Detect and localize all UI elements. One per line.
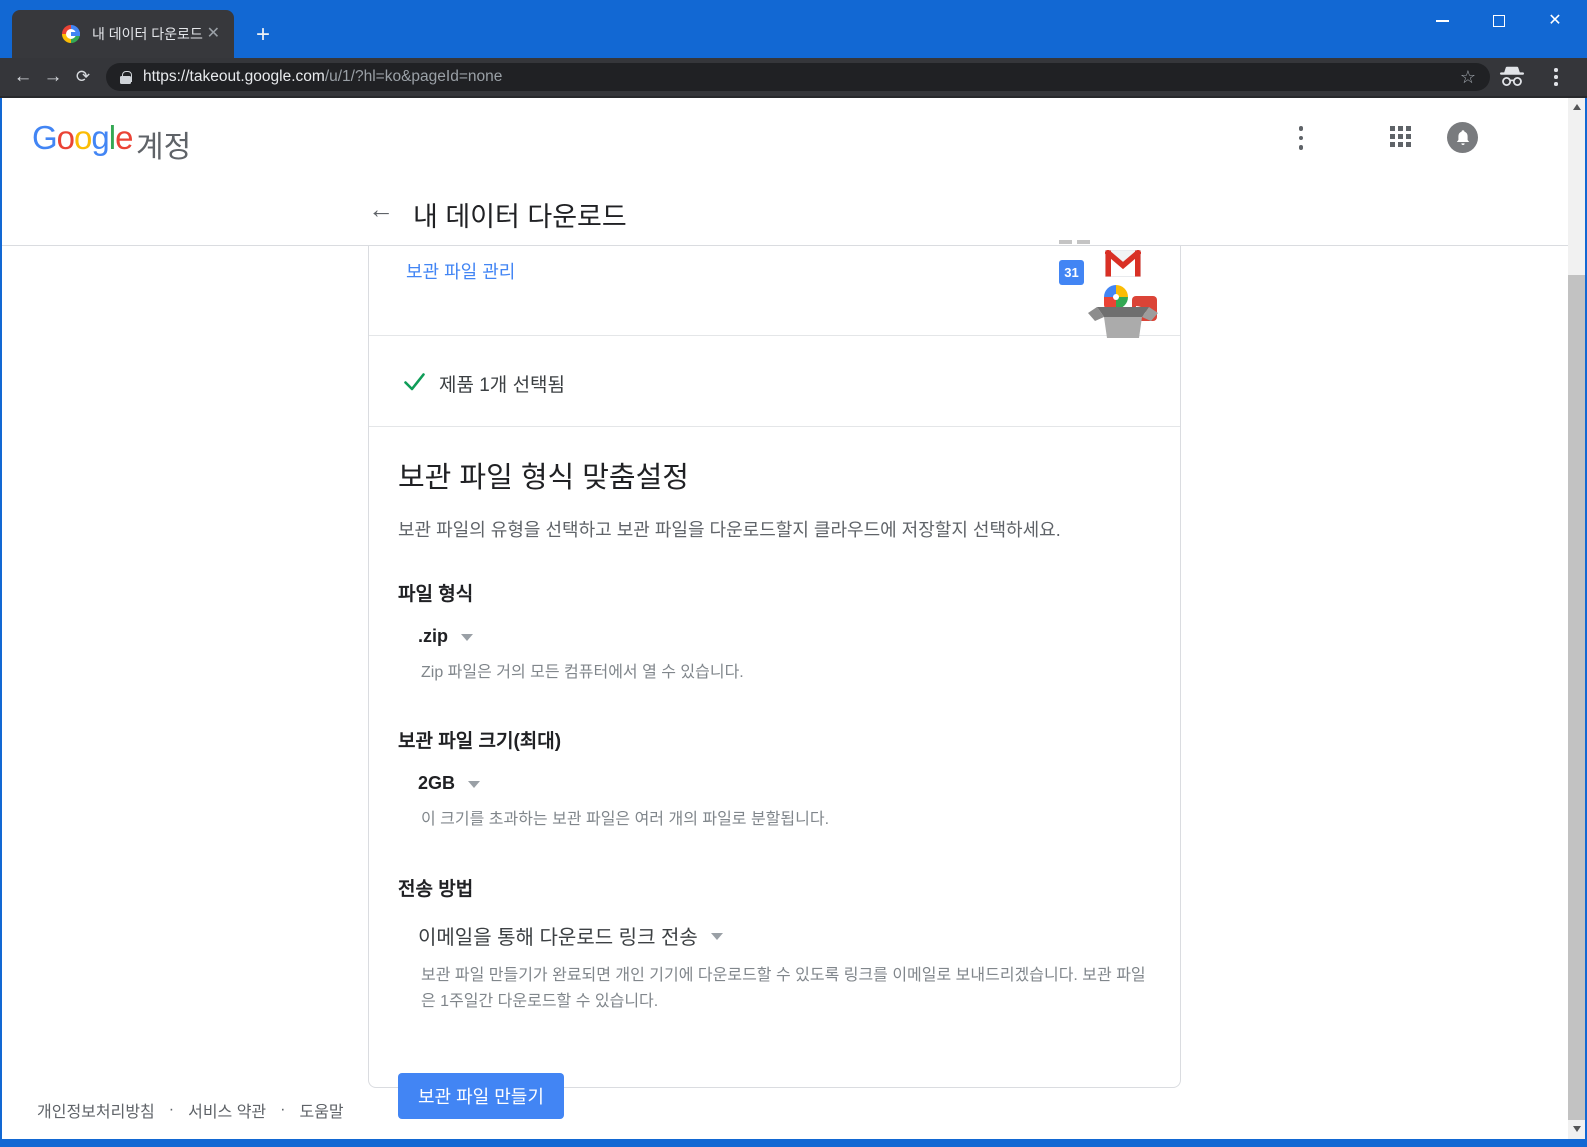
browser-tab[interactable]: 내 데이터 다운로드 ✕ xyxy=(12,10,234,58)
takeout-illustration: 31 xyxy=(1049,246,1169,336)
minimize-button[interactable] xyxy=(1419,0,1465,42)
scrollbar-down-button[interactable] xyxy=(1568,1120,1585,1137)
arrow-left-icon: ← xyxy=(14,66,33,88)
minimize-icon xyxy=(1436,20,1449,22)
file-type-label: 파일 형식 xyxy=(398,579,1150,606)
chevron-down-icon xyxy=(468,781,480,788)
delivery-method-dropdown[interactable]: 이메일을 통해 다운로드 링크 전송 xyxy=(418,921,1150,950)
scrollbar-thumb[interactable] xyxy=(1568,275,1585,1120)
terms-link[interactable]: 서비스 약관 xyxy=(188,1098,266,1122)
kebab-icon xyxy=(1554,68,1558,72)
maximize-button[interactable] xyxy=(1476,0,1522,42)
reload-button[interactable]: ⟳ xyxy=(66,58,100,96)
incognito-icon xyxy=(1498,65,1526,89)
address-bar[interactable]: https://takeout.google.com/u/1/?hl=ko&pa… xyxy=(106,63,1490,91)
customize-description: 보관 파일의 유형을 선택하고 보관 파일을 다운로드할지 클라우드에 저장할지… xyxy=(398,516,1150,542)
customize-section: 보관 파일 형식 맞춤설정 보관 파일의 유형을 선택하고 보관 파일을 다운로… xyxy=(369,427,1180,1119)
close-icon: ✕ xyxy=(1548,13,1561,29)
arrow-right-icon: → xyxy=(44,66,63,88)
plus-icon: + xyxy=(256,21,270,49)
triangle-up-icon xyxy=(1573,104,1581,110)
archive-size-dropdown[interactable]: 2GB xyxy=(418,773,1150,794)
page-subheader: ← 내 데이터 다운로드 xyxy=(2,178,1585,246)
manage-archives-section: 보관 파일 관리 31 xyxy=(369,246,1180,336)
manage-archives-link[interactable]: 보관 파일 관리 xyxy=(406,258,515,284)
close-window-button[interactable]: ✕ xyxy=(1532,0,1578,42)
browser-menu-button[interactable] xyxy=(1546,66,1566,88)
scrollbar-track[interactable] xyxy=(1568,98,1585,1139)
browser-toolbar: ← → ⟳ https://takeout.google.com/u/1/?hl… xyxy=(0,58,1587,96)
forward-button[interactable]: → xyxy=(36,58,70,96)
delivery-method-help: 보관 파일 만들기가 완료되면 개인 기기에 다운로드할 수 있도록 링크를 이… xyxy=(421,963,1150,1016)
google-logo[interactable]: Google xyxy=(32,119,132,157)
cutoff-icon-fragment xyxy=(1077,240,1090,244)
takeout-card: 보관 파일 관리 31 xyxy=(368,246,1181,1088)
kebab-icon xyxy=(1299,126,1304,131)
chevron-down-icon xyxy=(461,634,473,641)
maximize-icon xyxy=(1493,15,1505,27)
create-archive-button[interactable]: 보관 파일 만들기 xyxy=(398,1073,564,1119)
bookmark-star-icon[interactable]: ☆ xyxy=(1456,67,1480,88)
new-tab-button[interactable]: + xyxy=(248,20,278,50)
scrollbar-up-button[interactable] xyxy=(1568,98,1585,115)
browser-titlebar: 내 데이터 다운로드 ✕ + ✕ xyxy=(0,0,1587,58)
file-type-help: Zip 파일은 거의 모든 컴퓨터에서 열 수 있습니다. xyxy=(421,660,1150,686)
account-product-label: 계정 xyxy=(136,122,191,166)
selection-status-section: 제품 1개 선택됨 xyxy=(369,336,1180,427)
file-type-value: .zip xyxy=(418,626,448,647)
grid-icon xyxy=(1390,126,1395,131)
url-domain: https://takeout.google.com xyxy=(143,68,325,85)
calendar-icon: 31 xyxy=(1059,260,1084,285)
archive-size-help: 이 크기를 초과하는 보관 파일은 여러 개의 파일로 분할됩니다. xyxy=(421,807,1150,833)
privacy-policy-link[interactable]: 개인정보처리방침 xyxy=(37,1098,155,1122)
page-overflow-menu-button[interactable] xyxy=(1292,123,1310,153)
reload-icon: ⟳ xyxy=(76,67,90,87)
page-title: 내 데이터 다운로드 xyxy=(413,195,627,234)
tab-close-icon[interactable]: ✕ xyxy=(203,24,224,44)
help-link[interactable]: 도움말 xyxy=(299,1098,343,1122)
tab-title: 내 데이터 다운로드 xyxy=(92,24,203,44)
bell-icon xyxy=(1455,129,1471,146)
window-border xyxy=(0,1139,1587,1147)
delivery-method-label: 전송 방법 xyxy=(398,874,1150,901)
customize-title: 보관 파일 형식 맞춤설정 xyxy=(398,427,1150,496)
footer-separator: · xyxy=(169,1101,174,1119)
url-text: https://takeout.google.com/u/1/?hl=ko&pa… xyxy=(143,68,1456,86)
triangle-down-icon xyxy=(1573,1126,1581,1132)
check-icon xyxy=(402,369,427,399)
archive-size-label: 보관 파일 크기(최대) xyxy=(398,726,1150,753)
google-apps-button[interactable] xyxy=(1390,126,1412,148)
notifications-button[interactable] xyxy=(1447,122,1478,153)
delivery-method-value: 이메일을 통해 다운로드 링크 전송 xyxy=(418,921,698,950)
footer-separator: · xyxy=(280,1101,285,1119)
selected-products-status: 제품 1개 선택됨 xyxy=(439,370,565,397)
google-favicon-icon xyxy=(62,25,80,43)
cutoff-icon-fragment xyxy=(1059,240,1072,244)
file-type-dropdown[interactable]: .zip xyxy=(418,626,1150,647)
takeout-page: Google 계정 ← 내 데이터 다운로드 보관 파일 관리 31 xyxy=(2,98,1585,1139)
browser-window: 내 데이터 다운로드 ✕ + ✕ ← → ⟳ https://takeout.g… xyxy=(0,0,1587,1147)
app-header: Google 계정 xyxy=(2,98,1585,178)
archive-size-value: 2GB xyxy=(418,773,455,794)
page-footer: 개인정보처리방침 · 서비스 약관 · 도움말 xyxy=(37,1098,344,1122)
url-path: /u/1/?hl=ko&pageId=none xyxy=(325,68,503,85)
gmail-icon xyxy=(1105,250,1141,282)
back-nav-button[interactable]: ← xyxy=(368,194,394,225)
back-button[interactable]: ← xyxy=(6,58,40,96)
chevron-down-icon xyxy=(711,933,723,940)
lock-icon xyxy=(120,71,131,84)
arrow-left-icon: ← xyxy=(368,194,394,224)
